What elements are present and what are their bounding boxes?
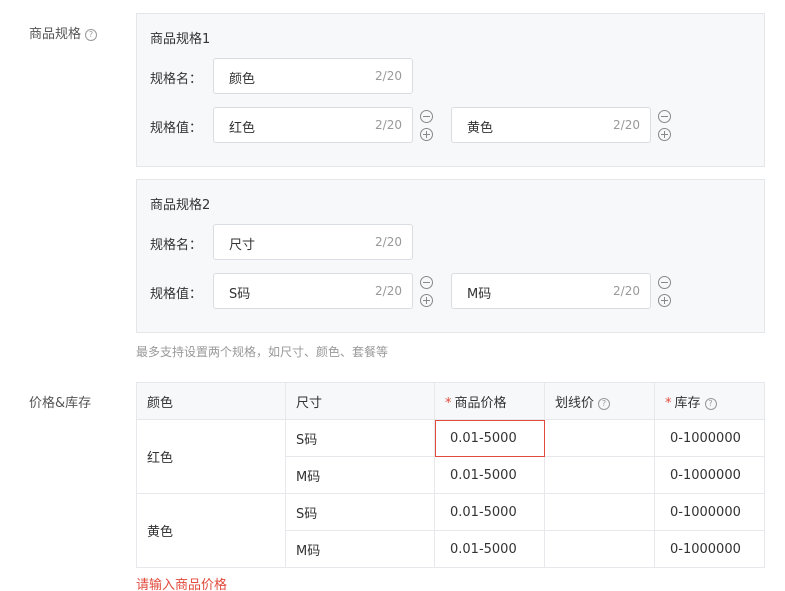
spec-value-input[interactable]: S码 2/20	[213, 273, 413, 309]
char-counter: 2/20	[375, 118, 402, 132]
col-header-price-text: 商品价格	[454, 395, 507, 411]
remove-value-icon[interactable]	[420, 110, 433, 123]
col-header-price: * 商品价格	[434, 382, 545, 420]
char-counter: 2/20	[613, 118, 640, 132]
color-cell: 红色	[136, 419, 286, 494]
stock-input[interactable]: 0-1000000	[654, 530, 765, 568]
spec-name-label: 规格名：	[150, 238, 203, 253]
size-cell: S码	[285, 493, 435, 531]
table-row: 黄色 S码 0.01-5000 0-1000000	[136, 493, 765, 568]
spec-value-input[interactable]: M码 2/20	[451, 273, 651, 309]
sku-table: 颜色 尺寸 * 商品价格 划线价? * 库存? 红色 S码 0.01-5000 0-…	[136, 382, 765, 568]
strike-price-input[interactable]	[544, 493, 655, 531]
col-header-color: 颜色	[136, 382, 286, 420]
spec-group-2: 商品规格2 规格名： 尺寸 2/20 规格值： S码 2/20 M码 2/20	[136, 179, 765, 333]
char-counter: 2/20	[375, 69, 402, 83]
remove-value-icon[interactable]	[658, 110, 671, 123]
spec-value-label: 规格值：	[150, 121, 203, 136]
char-counter: 2/20	[375, 284, 402, 298]
price-input[interactable]: 0.01-5000	[434, 419, 545, 457]
table-row: 红色 S码 0.01-5000 0-1000000	[136, 419, 765, 494]
spec-value-text: 黄色	[467, 121, 494, 136]
price-error-message: 请输入商品价格	[136, 578, 228, 591]
spec-hint: 最多支持设置两个规格，如尺寸、颜色、套餐等	[136, 345, 389, 359]
spec-value-text: 红色	[229, 121, 256, 136]
char-counter: 2/20	[613, 284, 640, 298]
col-header-strike-price: 划线价?	[544, 382, 655, 420]
col-header-stock-text: 库存	[674, 395, 701, 411]
spec-name-value: 颜色	[229, 72, 256, 87]
spec-value-text: S码	[229, 287, 251, 302]
spec-name-label: 规格名：	[150, 72, 203, 87]
col-header-strike-text: 划线价	[555, 395, 595, 411]
price-input[interactable]: 0.01-5000	[434, 456, 545, 494]
required-mark: *	[665, 395, 672, 411]
spec-section-label: 商品规格?	[29, 23, 98, 42]
add-value-icon[interactable]	[658, 128, 671, 141]
spec-value-label: 规格值：	[150, 287, 203, 302]
col-header-stock: * 库存?	[654, 382, 765, 420]
table-header-row: 颜色 尺寸 * 商品价格 划线价? * 库存?	[136, 382, 765, 420]
spec-value-input[interactable]: 黄色 2/20	[451, 107, 651, 143]
color-cell: 黄色	[136, 493, 286, 568]
char-counter: 2/20	[375, 235, 402, 249]
add-value-icon[interactable]	[420, 128, 433, 141]
remove-value-icon[interactable]	[658, 276, 671, 289]
spec-section-label-text: 商品规格	[29, 27, 82, 42]
strike-price-input[interactable]	[544, 530, 655, 568]
help-icon[interactable]: ?	[598, 397, 611, 410]
size-cell: M码	[285, 530, 435, 568]
stock-input[interactable]: 0-1000000	[654, 456, 765, 494]
spec-name-input[interactable]: 尺寸 2/20	[213, 224, 413, 260]
price-section-label: 价格&库存	[29, 396, 92, 411]
size-cell: M码	[285, 456, 435, 494]
strike-price-input[interactable]	[544, 456, 655, 494]
remove-value-icon[interactable]	[420, 276, 433, 289]
help-icon[interactable]: ?	[704, 397, 717, 410]
col-header-size: 尺寸	[285, 382, 435, 420]
required-mark: *	[445, 395, 452, 411]
spec-name-value: 尺寸	[229, 238, 256, 253]
price-input[interactable]: 0.01-5000	[434, 493, 545, 531]
size-cell: S码	[285, 419, 435, 457]
stock-input[interactable]: 0-1000000	[654, 419, 765, 457]
spec-name-input[interactable]: 颜色 2/20	[213, 58, 413, 94]
spec-value-input[interactable]: 红色 2/20	[213, 107, 413, 143]
add-value-icon[interactable]	[420, 294, 433, 307]
spec-group-title: 商品规格1	[150, 32, 211, 47]
spec-value-text: M码	[467, 287, 492, 302]
spec-group-1: 商品规格1 规格名： 颜色 2/20 规格值： 红色 2/20 黄色 2/20	[136, 13, 765, 167]
price-input[interactable]: 0.01-5000	[434, 530, 545, 568]
strike-price-input[interactable]	[544, 419, 655, 457]
add-value-icon[interactable]	[658, 294, 671, 307]
help-icon[interactable]: ?	[85, 29, 98, 41]
stock-input[interactable]: 0-1000000	[654, 493, 765, 531]
spec-group-title: 商品规格2	[150, 198, 211, 213]
